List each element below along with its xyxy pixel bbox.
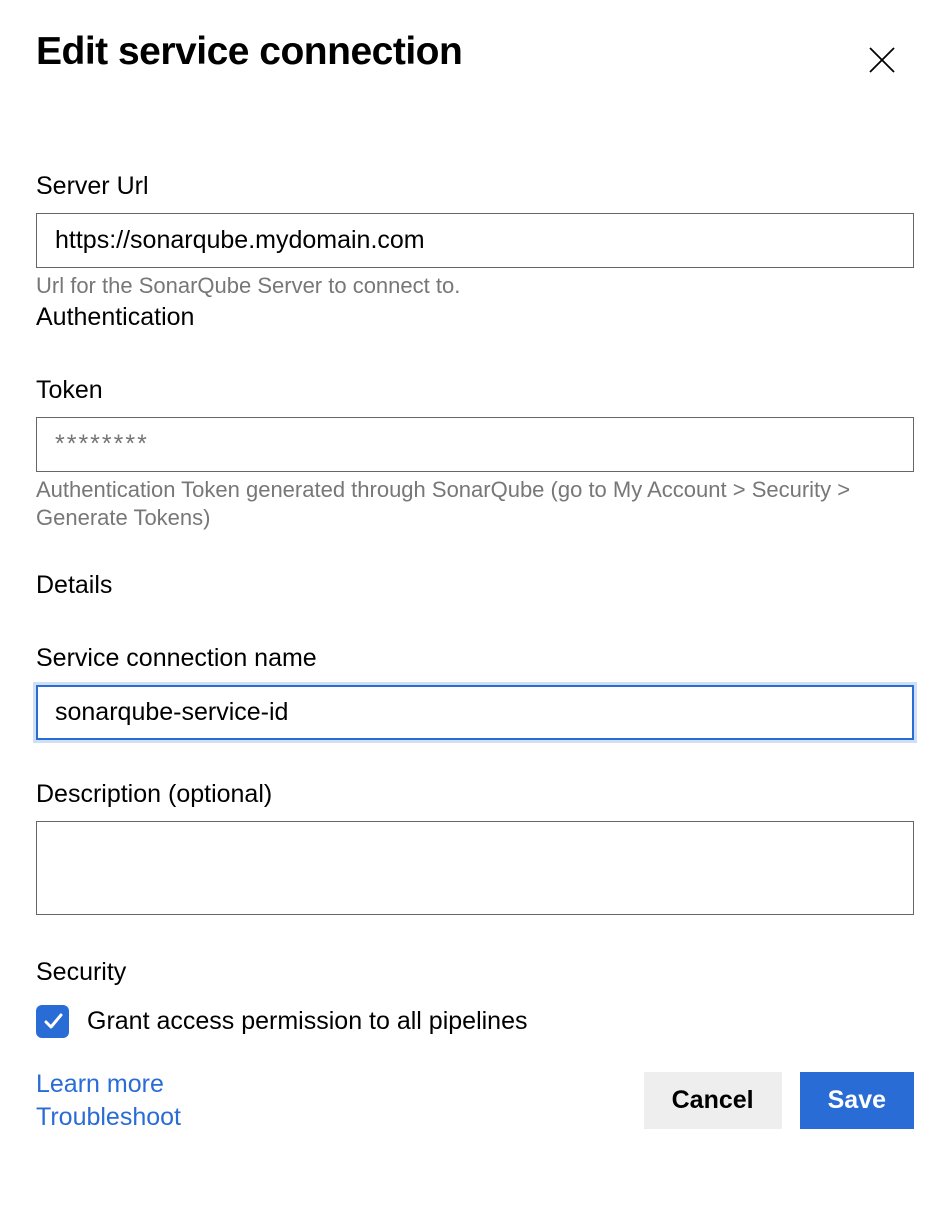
description-label: Description (optional) — [36, 780, 914, 809]
server-url-helper: Url for the SonarQube Server to connect … — [36, 272, 914, 301]
security-heading: Security — [36, 958, 914, 987]
dialog-title: Edit service connection — [36, 30, 462, 74]
description-input[interactable] — [36, 821, 914, 915]
learn-more-link[interactable]: Learn more — [36, 1070, 181, 1099]
close-button[interactable] — [860, 38, 904, 82]
connection-name-label: Service connection name — [36, 644, 914, 673]
save-button[interactable]: Save — [800, 1072, 914, 1129]
token-helper: Authentication Token generated through S… — [36, 476, 914, 533]
close-icon — [868, 46, 896, 74]
cancel-button[interactable]: Cancel — [644, 1072, 782, 1129]
check-icon — [42, 1010, 64, 1032]
troubleshoot-link[interactable]: Troubleshoot — [36, 1103, 181, 1132]
server-url-input[interactable] — [36, 213, 914, 268]
server-url-label: Server Url — [36, 172, 914, 201]
grant-access-checkbox[interactable] — [36, 1005, 69, 1038]
grant-access-label: Grant access permission to all pipelines — [87, 1007, 527, 1036]
token-input[interactable] — [36, 417, 914, 472]
connection-name-input[interactable] — [36, 685, 914, 740]
details-heading: Details — [36, 571, 914, 600]
token-label: Token — [36, 376, 914, 405]
authentication-heading: Authentication — [36, 303, 914, 332]
